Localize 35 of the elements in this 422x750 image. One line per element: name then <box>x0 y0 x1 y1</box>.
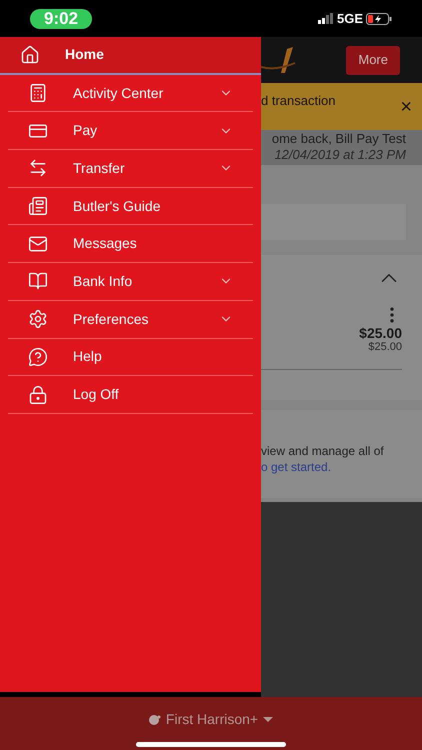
book-icon <box>28 271 48 292</box>
menu-item[interactable]: Log Off <box>8 376 253 414</box>
menu-item[interactable]: Home <box>0 37 261 75</box>
search-field[interactable] <box>261 204 406 240</box>
info-text: view and manage all of <box>261 443 385 459</box>
account-amount: $25.00 <box>359 325 402 341</box>
get-started-link[interactable]: o get started. <box>261 459 422 475</box>
settings-icon <box>28 309 48 330</box>
battery-icon <box>366 12 392 24</box>
menu-item[interactable]: Transfer <box>8 150 253 188</box>
more-button[interactable]: More <box>346 46 400 74</box>
menu-item[interactable]: Butler's Guide <box>8 188 253 226</box>
menu-item[interactable]: Pay <box>8 112 253 150</box>
menu-item[interactable]: Help <box>8 338 253 376</box>
menu-item[interactable]: Activity Center <box>8 74 253 112</box>
available-amount: $25.00 <box>368 341 402 354</box>
newspaper-icon <box>28 196 48 216</box>
envelope-icon <box>28 234 48 254</box>
menu-item[interactable]: Preferences <box>8 300 253 338</box>
menu-item[interactable]: Bank Info <box>8 263 253 301</box>
lock-icon <box>28 384 48 405</box>
signal-icon <box>318 13 334 24</box>
banner-text: d transaction <box>261 92 336 110</box>
house-icon <box>20 44 40 65</box>
network-label: 5GE <box>336 10 363 28</box>
dropdown-icon <box>263 716 274 722</box>
greeting-text: ome back, Bill Pay Test <box>272 131 406 147</box>
close-button[interactable]: × <box>400 97 412 117</box>
last-login-text: 12/04/2019 at 1:23 PM <box>274 147 406 163</box>
bank-name: First Harrison+ <box>166 710 258 729</box>
clock-time: 9:02 <box>30 8 92 28</box>
calculator-icon <box>28 83 48 104</box>
arrows-icon <box>28 158 48 178</box>
help-icon <box>28 346 48 367</box>
menu-item[interactable]: Messages <box>8 225 253 264</box>
